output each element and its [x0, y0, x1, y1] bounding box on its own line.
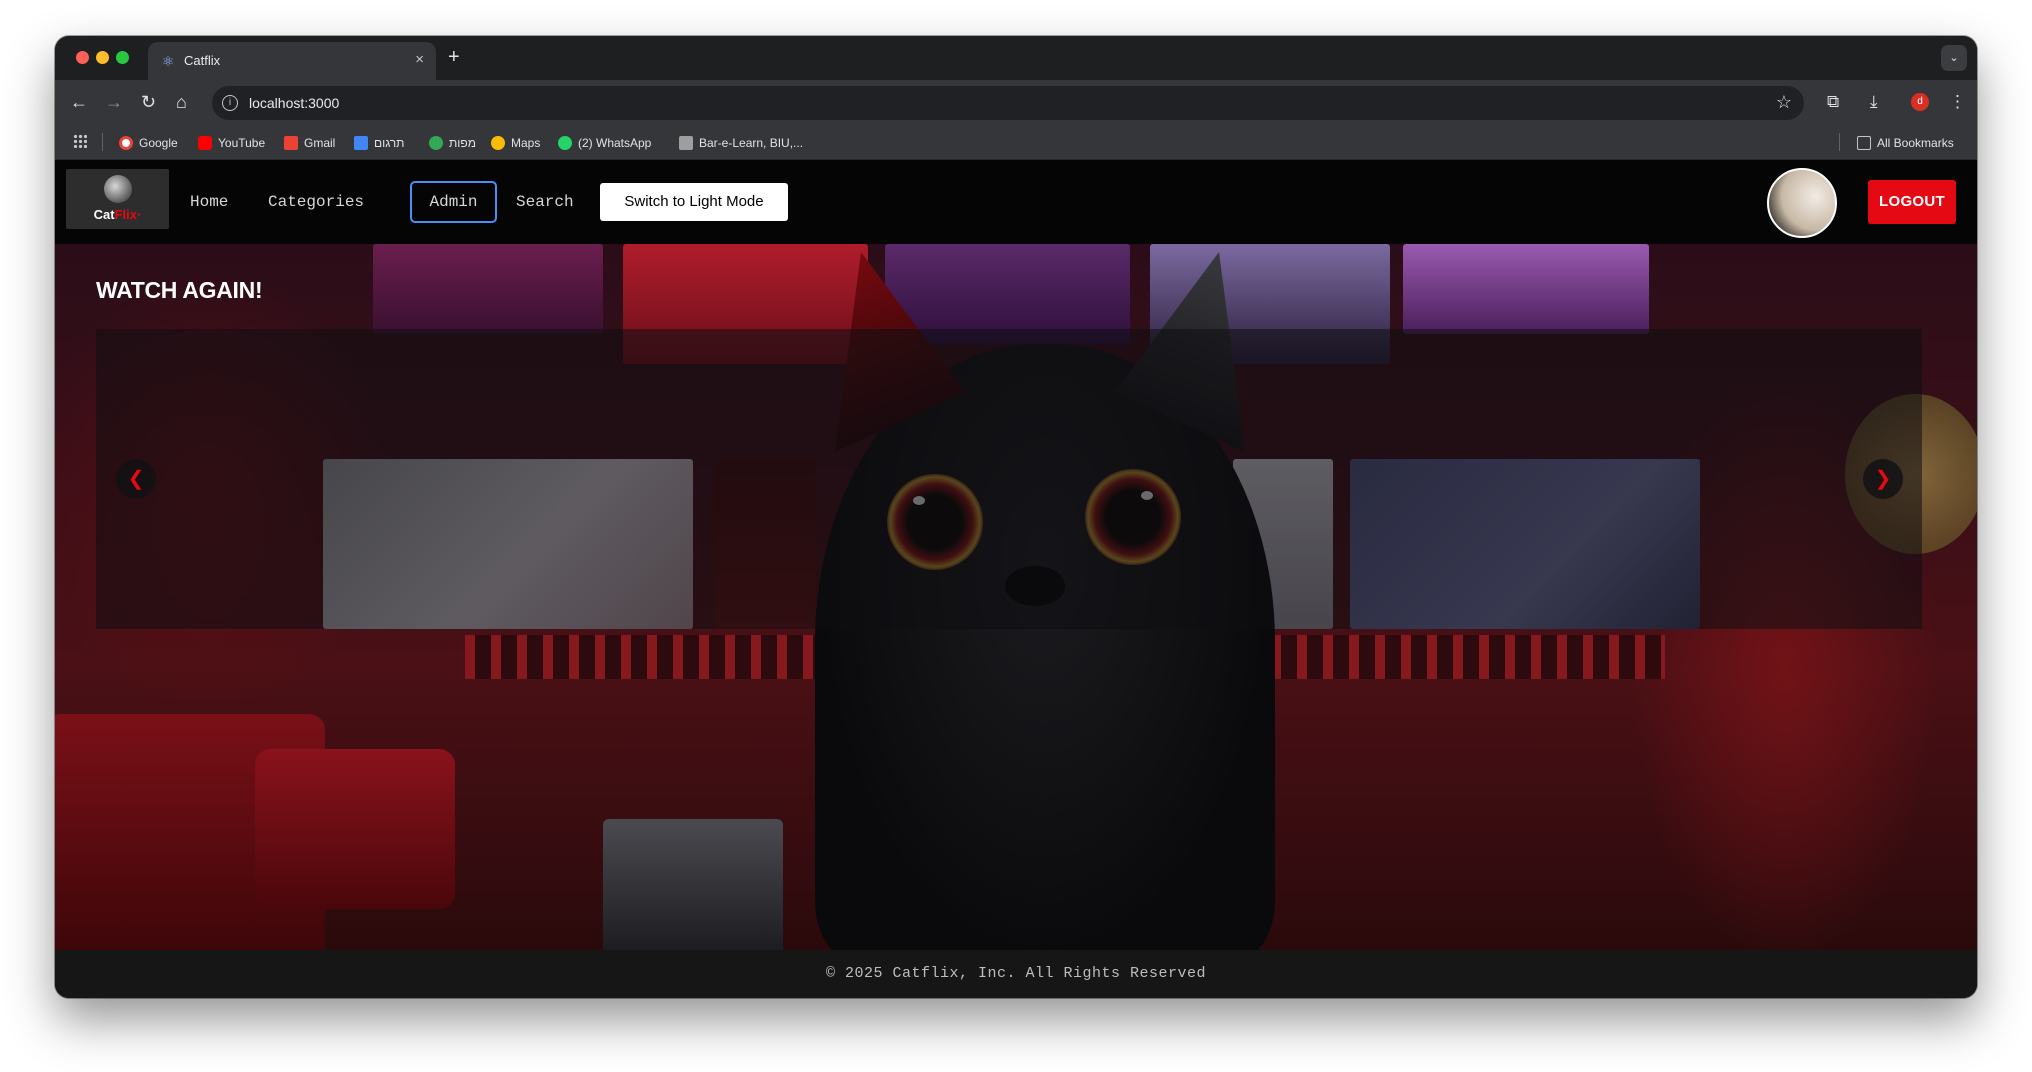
new-tab-button[interactable]: +: [448, 46, 460, 69]
carousel-next-button[interactable]: ❯: [1863, 459, 1903, 499]
maximize-window-button[interactable]: [116, 51, 129, 64]
tab-search-chevron-icon[interactable]: ⌄: [1941, 45, 1967, 71]
nav-categories[interactable]: Categories: [268, 193, 364, 211]
wall-screen: [373, 244, 603, 334]
bookmark-whatsapp[interactable]: (2) WhatsApp: [558, 134, 651, 152]
cat-logo-icon: [104, 175, 132, 203]
reload-icon[interactable]: ↻: [141, 90, 156, 114]
url-text[interactable]: localhost:3000: [249, 95, 339, 111]
nav-home[interactable]: Home: [190, 193, 228, 211]
user-avatar[interactable]: [1767, 168, 1837, 238]
maps-icon: [491, 136, 505, 150]
translate-icon: [354, 136, 368, 150]
minimize-window-button[interactable]: [96, 51, 109, 64]
address-bar[interactable]: i localhost:3000 ☆: [212, 86, 1804, 120]
tab-strip: ⚛ Catflix × + ⌄: [55, 36, 1977, 80]
home-icon[interactable]: ⌂: [176, 90, 187, 114]
bookmark-maps-hebrew[interactable]: מפות: [429, 134, 476, 152]
folder-icon: [1857, 136, 1871, 150]
bookmark-google[interactable]: Google: [119, 134, 178, 152]
wall-screen: [1403, 244, 1649, 334]
google-icon: [119, 136, 133, 150]
browser-window: ⚛ Catflix × + ⌄ ← → ↻ ⌂ i localhost:3000…: [55, 36, 1977, 998]
bookmark-star-icon[interactable]: ☆: [1776, 92, 1792, 113]
catflix-page: CatFlix· Home Categories Admin Search Sw…: [55, 160, 1977, 998]
maps-icon: [429, 136, 443, 150]
logout-button[interactable]: LOGOUT: [1868, 180, 1956, 224]
bookmarks-divider: [1839, 133, 1840, 151]
logo-text: CatFlix·: [93, 207, 142, 222]
close-window-button[interactable]: [76, 51, 89, 64]
stool-decoration: [603, 819, 783, 950]
browser-toolbar: ← → ↻ ⌂ i localhost:3000 ☆ ⧉ ⤓ d ⋮: [55, 80, 1977, 124]
forward-arrow-icon[interactable]: →: [105, 90, 123, 114]
nav-search[interactable]: Search: [516, 193, 574, 211]
whatsapp-icon: [558, 136, 572, 150]
moodle-icon: [679, 136, 693, 150]
back-arrow-icon[interactable]: ←: [70, 90, 88, 114]
bookmark-bar-e-learn[interactable]: Bar-e-Learn, BIU,...: [679, 134, 803, 152]
menu-kebab-icon[interactable]: ⋮: [1949, 91, 1966, 113]
theme-toggle-button[interactable]: Switch to Light Mode: [600, 183, 788, 221]
apps-grid-icon[interactable]: [73, 134, 87, 148]
site-navbar: CatFlix· Home Categories Admin Search Sw…: [55, 160, 1977, 244]
bookmark-youtube[interactable]: YouTube: [198, 134, 265, 152]
bookmark-translate[interactable]: תרגום: [354, 134, 404, 152]
sofa-decoration: [255, 749, 455, 909]
download-icon[interactable]: ⤓: [1870, 91, 1878, 113]
site-footer: © 2025 Catflix, Inc. All Rights Reserved: [55, 950, 1977, 998]
site-info-icon[interactable]: i: [222, 95, 238, 111]
extensions-icon[interactable]: ⧉: [1827, 91, 1839, 113]
bookmark-maps[interactable]: Maps: [491, 134, 540, 152]
catflix-logo[interactable]: CatFlix·: [66, 169, 169, 229]
close-tab-icon[interactable]: ×: [415, 51, 424, 68]
tab-catflix[interactable]: ⚛ Catflix ×: [148, 42, 436, 80]
all-bookmarks[interactable]: All Bookmarks: [1857, 134, 1954, 152]
bookmarks-divider: [102, 133, 103, 151]
profile-avatar[interactable]: d: [1911, 93, 1929, 111]
tab-title: Catflix: [184, 53, 221, 68]
carousel-prev-button[interactable]: ❮: [116, 459, 156, 499]
nav-admin[interactable]: Admin: [410, 181, 497, 223]
watch-again-carousel: ❮ ❯: [96, 329, 1922, 629]
bookmark-gmail[interactable]: Gmail: [284, 134, 335, 152]
bookmarks-bar: Google YouTube Gmail תרגום מפות Maps (2)…: [55, 124, 1977, 160]
react-favicon-icon: ⚛: [161, 53, 175, 69]
gmail-icon: [284, 136, 298, 150]
youtube-icon: [198, 136, 212, 150]
section-title: WATCH AGAIN!: [96, 277, 263, 303]
